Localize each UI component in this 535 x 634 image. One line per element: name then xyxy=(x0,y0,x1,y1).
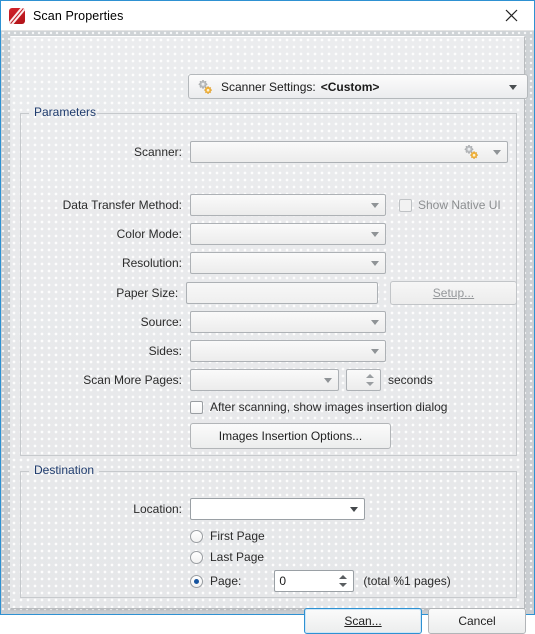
after-scanning-row: After scanning, show images insertion di… xyxy=(190,400,447,414)
location-label: Location: xyxy=(133,502,182,516)
scanner-settings-value: <Custom> xyxy=(320,79,380,94)
scan-more-pages-row: Scan More Pages: seconds xyxy=(20,369,517,391)
total-pages-text: (total %1 pages) xyxy=(363,574,451,588)
stepper-down-icon[interactable] xyxy=(366,382,374,386)
stepper-up-icon[interactable] xyxy=(339,575,348,579)
resolution-label: Resolution: xyxy=(121,256,182,270)
parameters-group-title: Parameters xyxy=(34,105,97,119)
scan-button[interactable]: Scan... xyxy=(304,608,422,634)
data-transfer-method-combo[interactable] xyxy=(190,194,386,216)
destination-group-title: Destination xyxy=(34,463,95,477)
scanner-row: Scanner: xyxy=(20,141,517,163)
scanner-label: Scanner: xyxy=(133,145,182,159)
stepper-down-icon[interactable] xyxy=(339,583,348,587)
cancel-button-label: Cancel xyxy=(458,614,496,628)
radio-page-label: Page: xyxy=(210,574,242,588)
radio-first-page-label: First Page xyxy=(210,529,265,543)
page-number-stepper[interactable]: 0 xyxy=(274,570,355,592)
images-insertion-options-label: Images Insertion Options... xyxy=(218,429,363,443)
window-title: Scan Properties xyxy=(33,8,124,23)
location-combo[interactable] xyxy=(190,498,365,520)
chevron-down-icon xyxy=(509,84,517,90)
resolution-row: Resolution: xyxy=(20,252,517,274)
show-native-ui-checkbox[interactable] xyxy=(399,198,412,212)
sides-row: Sides: xyxy=(20,340,517,362)
data-transfer-method-row: Data Transfer Method: Show Native UI xyxy=(20,194,517,216)
radio-page[interactable]: Page: 0 (total %1 pages) xyxy=(190,570,451,592)
sides-label: Sides: xyxy=(148,344,182,358)
data-transfer-method-label: Data Transfer Method: xyxy=(62,198,182,212)
radio-first-page[interactable]: First Page xyxy=(190,529,265,543)
paper-size-label: Paper Size: xyxy=(116,286,179,300)
location-row: Location: xyxy=(20,498,517,520)
dialog-body: Scanner Settings: <Custom> Parameters Sc… xyxy=(1,31,534,634)
resolution-combo[interactable] xyxy=(190,252,386,274)
chevron-down-icon xyxy=(371,203,379,208)
scan-more-pages-seconds-stepper[interactable] xyxy=(346,369,381,391)
scanner-settings-dropdown[interactable]: Scanner Settings: <Custom> xyxy=(188,74,528,99)
gears-icon xyxy=(463,144,481,160)
radio-page-indicator[interactable] xyxy=(190,574,203,588)
chevron-down-icon xyxy=(371,261,379,266)
stepper-up-icon[interactable] xyxy=(366,374,374,378)
source-label: Source: xyxy=(140,315,182,329)
source-combo[interactable] xyxy=(190,311,386,333)
paper-size-input[interactable] xyxy=(186,282,378,304)
close-icon[interactable] xyxy=(488,1,534,29)
dialog-panel: Scanner Settings: <Custom> Parameters Sc… xyxy=(10,36,528,634)
show-native-ui-label: Show Native UI xyxy=(418,198,501,212)
source-row: Source: xyxy=(20,311,517,333)
scan-more-pages-units: seconds xyxy=(388,373,433,387)
setup-button[interactable]: Setup... xyxy=(389,281,517,305)
scan-more-pages-label: Scan More Pages: xyxy=(83,373,182,387)
radio-last-page-label: Last Page xyxy=(210,550,265,564)
color-mode-row: Color Mode: xyxy=(20,223,517,245)
chevron-down-icon xyxy=(493,150,501,155)
sides-combo[interactable] xyxy=(190,340,386,362)
after-scanning-checkbox[interactable] xyxy=(190,400,203,414)
chevron-down-icon xyxy=(350,507,358,512)
scan-button-label: Scan... xyxy=(344,614,382,628)
color-mode-combo[interactable] xyxy=(190,223,386,245)
chevron-down-icon xyxy=(371,349,379,354)
after-scanning-label: After scanning, show images insertion di… xyxy=(210,400,448,414)
images-insertion-options-button[interactable]: Images Insertion Options... xyxy=(190,423,391,449)
paper-size-row: Paper Size: Setup... xyxy=(20,281,517,305)
cancel-button[interactable]: Cancel xyxy=(428,608,526,634)
gears-icon xyxy=(197,79,215,95)
radio-first-page-indicator[interactable] xyxy=(190,529,203,543)
chevron-down-icon xyxy=(324,378,332,383)
title-bar: Scan Properties xyxy=(1,1,534,31)
scanner-combo[interactable] xyxy=(190,141,508,163)
scan-more-pages-combo[interactable] xyxy=(190,369,339,391)
radio-last-page[interactable]: Last Page xyxy=(190,550,264,564)
scan-properties-dialog: Scan Properties Scanner Settings: <Custo… xyxy=(0,0,535,634)
pdf-xchange-logo-icon xyxy=(9,7,25,24)
color-mode-label: Color Mode: xyxy=(116,227,182,241)
scanner-settings-label: Scanner Settings: xyxy=(221,79,316,94)
page-number-value: 0 xyxy=(279,574,287,588)
setup-button-label: Setup... xyxy=(432,286,475,300)
chevron-down-icon xyxy=(371,320,379,325)
chevron-down-icon xyxy=(371,232,379,237)
radio-last-page-indicator[interactable] xyxy=(190,550,203,564)
